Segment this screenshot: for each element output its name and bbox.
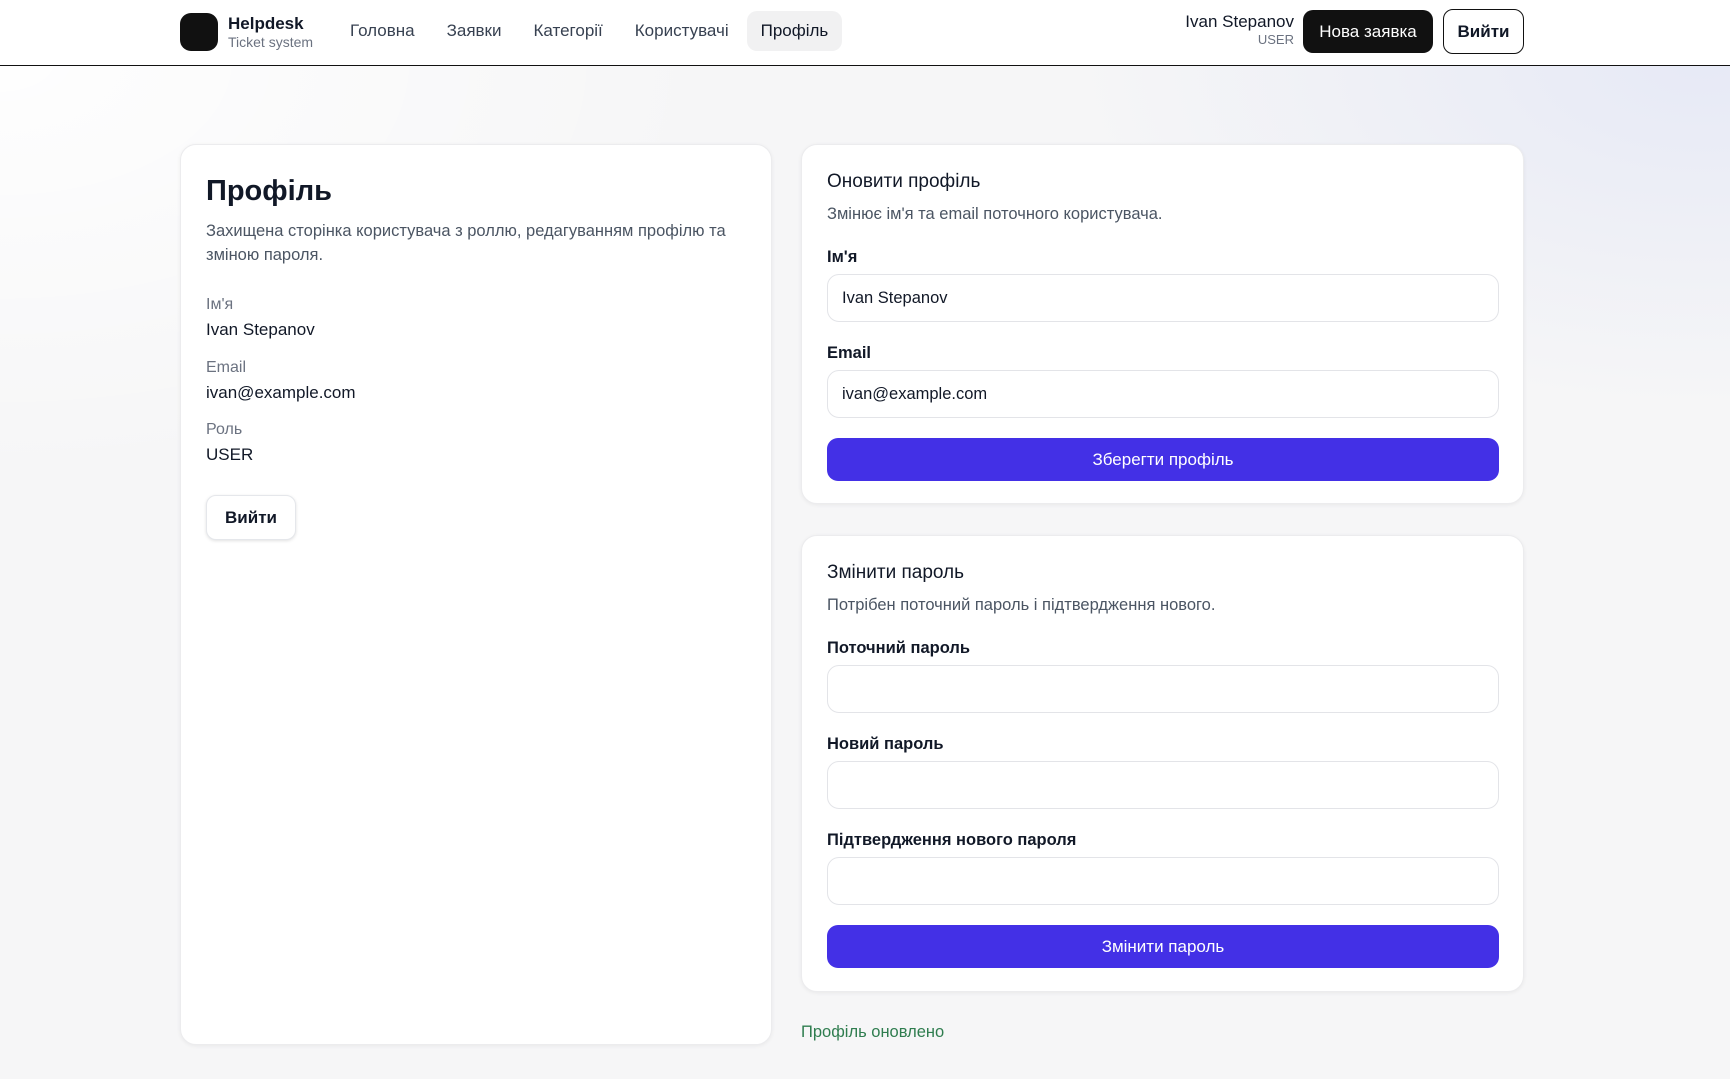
save-profile-button[interactable]: Зберегти профіль [827, 438, 1499, 481]
current-password-field[interactable] [827, 665, 1499, 713]
page-title: Профіль [206, 175, 332, 207]
main-nav: Головна Заявки Категорії Користувачі Про… [336, 10, 843, 52]
current-user: Ivan Stepanov USER [1185, 12, 1294, 48]
name-field[interactable] [827, 274, 1499, 322]
nav-profile[interactable]: Профіль [746, 11, 843, 51]
profile-email-label: Email [206, 359, 247, 376]
brand-text: Helpdesk Ticket system [228, 14, 313, 50]
nav-users[interactable]: Користувачі [621, 11, 743, 51]
current-password-label: Поточний пароль [827, 639, 970, 657]
new-ticket-button[interactable]: Нова заявка [1303, 10, 1433, 53]
profile-name-value: Ivan Stepanov [206, 320, 315, 339]
change-password-description: Потрібен поточний пароль і підтвердження… [827, 596, 1216, 614]
change-password-card: Змінити пароль Потрібен поточний пароль … [801, 535, 1524, 992]
brand[interactable]: Helpdesk Ticket system [180, 12, 313, 52]
brand-logo-icon [180, 13, 218, 51]
profile-role-value: USER [206, 445, 254, 464]
confirm-password-field[interactable] [827, 857, 1499, 905]
current-user-name: Ivan Stepanov [1185, 12, 1294, 31]
profile-description: Захищена сторінка користувача з роллю, р… [206, 222, 726, 264]
nav-home[interactable]: Головна [336, 11, 429, 51]
new-password-label: Новий пароль [827, 735, 944, 753]
update-profile-title: Оновити профіль [827, 171, 981, 192]
brand-title: Helpdesk [228, 14, 304, 34]
header-logout-button[interactable]: Вийти [1443, 9, 1524, 54]
email-field[interactable] [827, 370, 1499, 418]
profile-name-label: Ім'я [206, 296, 234, 313]
nav-categories[interactable]: Категорії [520, 11, 617, 51]
update-profile-description: Змінює ім'я та email поточного користува… [827, 205, 1163, 223]
brand-subtitle: Ticket system [228, 33, 314, 50]
confirm-password-label: Підтвердження нового пароля [827, 831, 1077, 849]
change-password-button[interactable]: Змінити пароль [827, 925, 1499, 968]
nav-tickets[interactable]: Заявки [433, 11, 516, 51]
current-user-role: USER [1257, 32, 1294, 48]
change-password-title: Змінити пароль [827, 562, 965, 583]
status-message: Профіль оновлено [801, 1023, 945, 1041]
name-field-label: Ім'я [827, 248, 858, 266]
profile-email-value: ivan@example.com [206, 383, 356, 402]
top-navbar: Helpdesk Ticket system Головна Заявки Ка… [0, 0, 1730, 66]
email-field-label: Email [827, 344, 872, 362]
profile-card: Профіль Захищена сторінка користувача з … [180, 144, 772, 1045]
profile-logout-button[interactable]: Вийти [206, 495, 296, 540]
profile-role-label: Роль [206, 421, 243, 438]
new-password-field[interactable] [827, 761, 1499, 809]
update-profile-card: Оновити профіль Змінює ім'я та email пот… [801, 144, 1524, 504]
